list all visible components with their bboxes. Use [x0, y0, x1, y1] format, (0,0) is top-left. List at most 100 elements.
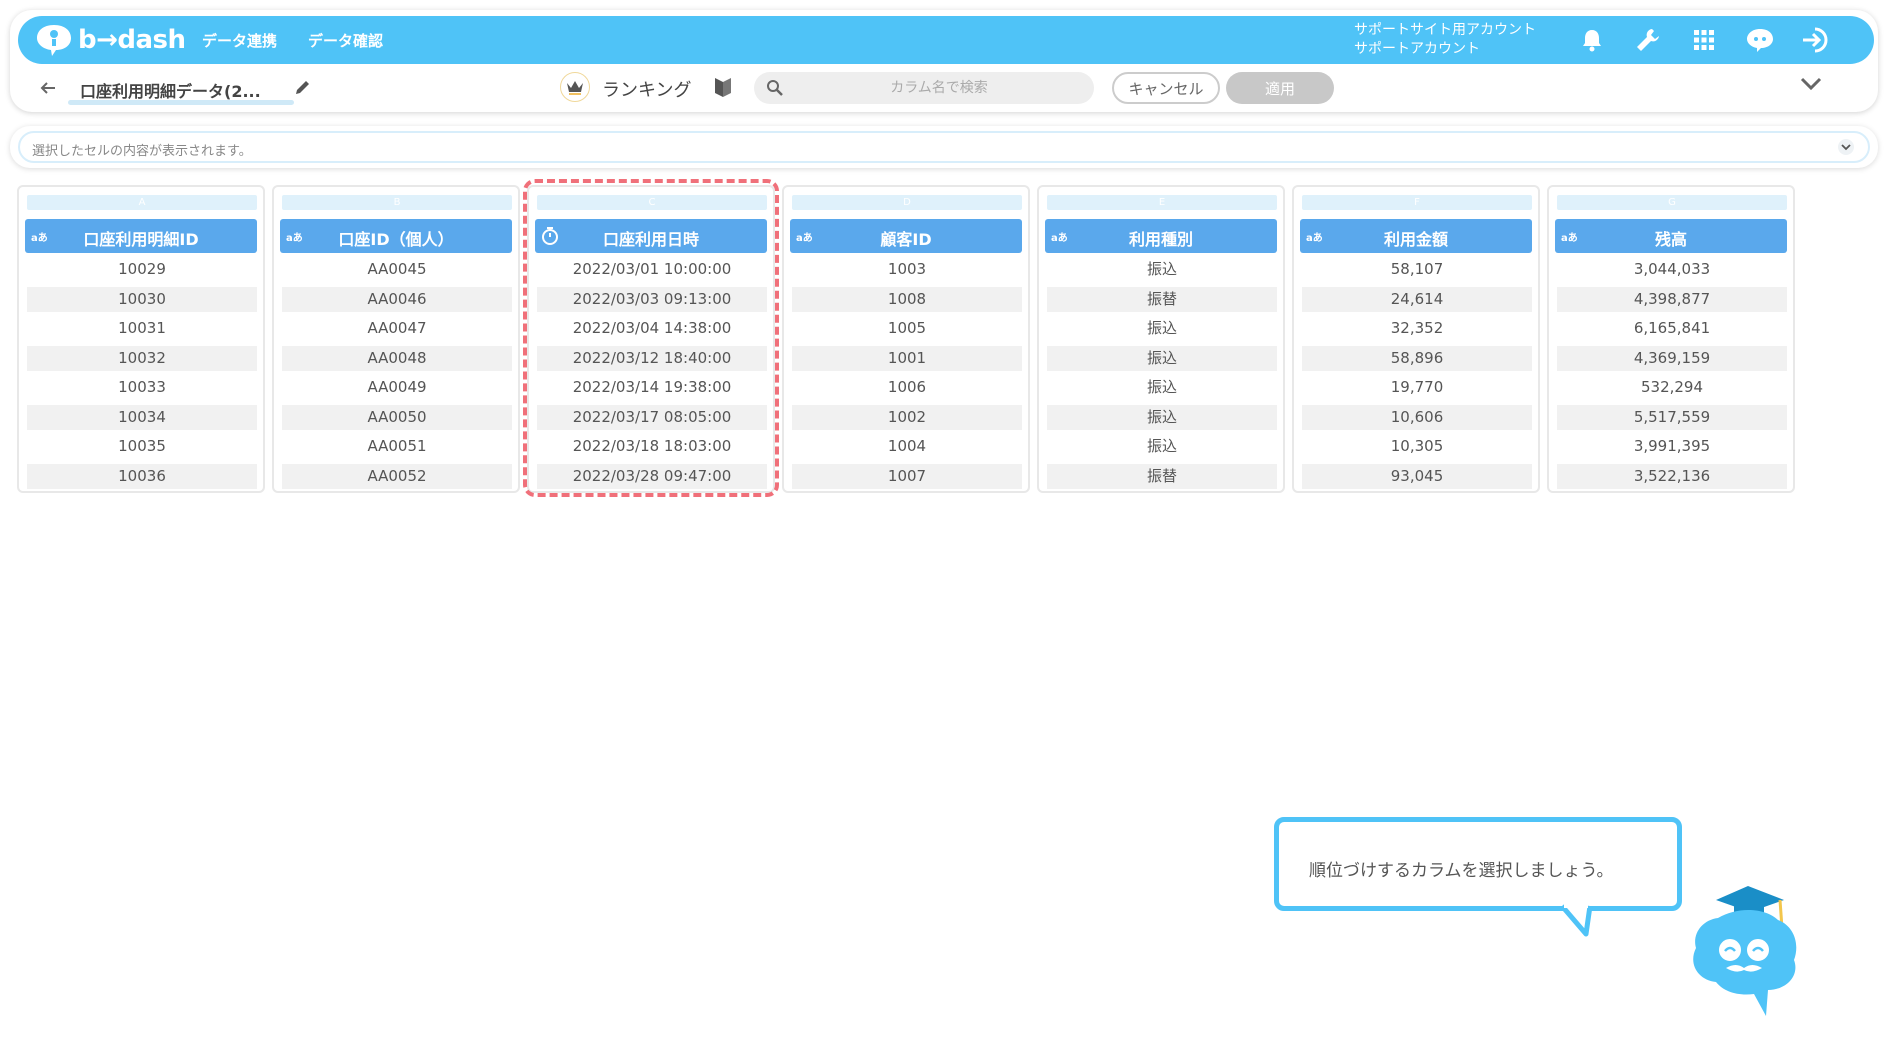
table-cell[interactable]: 4,369,159: [1557, 345, 1787, 371]
column-letter: B: [282, 195, 512, 210]
table-cell[interactable]: 4,398,877: [1557, 286, 1787, 312]
column-name: 利用種別: [1128, 230, 1193, 249]
table-cell[interactable]: AA0047: [282, 316, 512, 341]
table-title[interactable]: 口座利用明細データ(2...: [80, 78, 261, 102]
column-card[interactable]: A aあ 口座利用明細ID 10029 10030 10031 10032 10…: [17, 185, 265, 493]
table-cell[interactable]: 2022/03/03 09:13:00: [537, 286, 767, 312]
bdash-logo[interactable]: b→dash: [34, 22, 186, 58]
table-cell[interactable]: 1008: [792, 286, 1022, 312]
table-cell[interactable]: 93,045: [1302, 463, 1532, 489]
table-cell[interactable]: 10036: [27, 463, 257, 489]
cancel-button[interactable]: キャンセル: [1112, 72, 1220, 104]
column-cells: 3,044,033 4,398,877 6,165,841 4,369,159 …: [1557, 257, 1787, 493]
table-cell[interactable]: 振込: [1047, 375, 1277, 400]
bell-icon[interactable]: [1576, 24, 1608, 56]
table-cell[interactable]: 1002: [792, 404, 1022, 430]
table-cell[interactable]: 32,352: [1302, 316, 1532, 341]
column-header[interactable]: aあ 口座利用明細ID: [25, 219, 257, 253]
nav-data-check[interactable]: データ確認: [308, 30, 383, 51]
table-cell[interactable]: 1004: [792, 434, 1022, 459]
table-cell[interactable]: 振込: [1047, 257, 1277, 282]
back-arrow-icon[interactable]: [36, 76, 60, 100]
table-cell[interactable]: AA0050: [282, 404, 512, 430]
column-letter: G: [1557, 195, 1787, 210]
table-cell[interactable]: 2022/03/18 18:03:00: [537, 434, 767, 459]
table-cell[interactable]: 1006: [792, 375, 1022, 400]
cell-content-field[interactable]: 選択したセルの内容が表示されます。: [18, 131, 1870, 163]
table-cell[interactable]: 532,294: [1557, 375, 1787, 400]
table-cell[interactable]: 6,165,841: [1557, 316, 1787, 341]
column-card[interactable]: F aあ 利用金額 58,107 24,614 32,352 58,896 19…: [1292, 185, 1540, 493]
guide-message: 順位づけするカラムを選択しましょう。: [1309, 861, 1614, 881]
table-cell[interactable]: AA0048: [282, 345, 512, 371]
table-cell[interactable]: 58,107: [1302, 257, 1532, 282]
expand-chevron-icon[interactable]: [1838, 139, 1854, 155]
table-cell[interactable]: 3,044,033: [1557, 257, 1787, 282]
table-cell[interactable]: 58,896: [1302, 345, 1532, 371]
table-cell[interactable]: 10031: [27, 316, 257, 341]
table-cell[interactable]: 振込: [1047, 434, 1277, 459]
table-cell[interactable]: 2022/03/14 19:38:00: [537, 375, 767, 400]
column-header[interactable]: 口座利用日時: [535, 219, 767, 253]
nav-data-integration[interactable]: データ連携: [202, 30, 277, 51]
column-search[interactable]: [754, 72, 1094, 104]
column-header[interactable]: aあ 利用種別: [1045, 219, 1277, 253]
table-cell[interactable]: 3,991,395: [1557, 434, 1787, 459]
column-header[interactable]: aあ 残高: [1555, 219, 1787, 253]
apps-grid-icon[interactable]: [1688, 24, 1720, 56]
table-cell[interactable]: 振替: [1047, 286, 1277, 312]
column-card[interactable]: E aあ 利用種別 振込 振替 振込 振込 振込 振込 振込 振替: [1037, 185, 1285, 493]
column-header[interactable]: aあ 口座ID（個人）: [280, 219, 512, 253]
table-cell[interactable]: 2022/03/04 14:38:00: [537, 316, 767, 341]
table-cell[interactable]: 振込: [1047, 345, 1277, 371]
apply-button[interactable]: 適用: [1226, 72, 1334, 104]
column-card[interactable]: B aあ 口座ID（個人） AA0045 AA0046 AA0047 AA004…: [272, 185, 520, 493]
table-cell[interactable]: 10029: [27, 257, 257, 282]
table-cell[interactable]: AA0051: [282, 434, 512, 459]
wrench-icon[interactable]: [1632, 24, 1664, 56]
column-card[interactable]: G aあ 残高 3,044,033 4,398,877 6,165,841 4,…: [1547, 185, 1795, 493]
column-cells: 58,107 24,614 32,352 58,896 19,770 10,60…: [1302, 257, 1532, 493]
account-info[interactable]: サポートサイト用アカウント サポートアカウント: [1354, 21, 1536, 59]
table-cell[interactable]: 10030: [27, 286, 257, 312]
table-cell[interactable]: 1005: [792, 316, 1022, 341]
table-cell[interactable]: 振込: [1047, 404, 1277, 430]
table-cell[interactable]: AA0049: [282, 375, 512, 400]
table-cell[interactable]: 5,517,559: [1557, 404, 1787, 430]
pencil-icon[interactable]: [294, 78, 312, 100]
table-cell[interactable]: 2022/03/01 10:00:00: [537, 257, 767, 282]
chat-icon[interactable]: [1744, 24, 1776, 56]
table-cell[interactable]: 10033: [27, 375, 257, 400]
table-cell[interactable]: 振込: [1047, 316, 1277, 341]
column-card[interactable]: D aあ 顧客ID 1003 1008 1005 1001 1006 1002 …: [782, 185, 1030, 493]
table-cell[interactable]: 19,770: [1302, 375, 1532, 400]
table-cell[interactable]: 10034: [27, 404, 257, 430]
table-cell[interactable]: 2022/03/28 09:47:00: [537, 463, 767, 489]
guide-speech-bubble: 順位づけするカラムを選択しましょう。: [1274, 817, 1682, 911]
table-cell[interactable]: 1003: [792, 257, 1022, 282]
chevron-down-icon[interactable]: [1800, 76, 1822, 95]
table-cell[interactable]: 10032: [27, 345, 257, 371]
table-cell[interactable]: 3,522,136: [1557, 463, 1787, 489]
table-cell[interactable]: 2022/03/12 18:40:00: [537, 345, 767, 371]
column-name: 残高: [1654, 230, 1687, 249]
table-cell[interactable]: 2022/03/17 08:05:00: [537, 404, 767, 430]
column-letter: E: [1047, 195, 1277, 210]
table-cell[interactable]: 10035: [27, 434, 257, 459]
column-header[interactable]: aあ 利用金額: [1300, 219, 1532, 253]
table-cell[interactable]: 10,606: [1302, 404, 1532, 430]
table-cell[interactable]: AA0052: [282, 463, 512, 489]
logout-icon[interactable]: [1800, 24, 1832, 56]
beginner-mark-icon[interactable]: [714, 76, 732, 102]
table-cell[interactable]: 1001: [792, 345, 1022, 371]
table-cell[interactable]: 振替: [1047, 463, 1277, 489]
column-card[interactable]: C 口座利用日時 2022/03/01 10:00:00 2022/03/03 …: [527, 185, 775, 493]
table-cell[interactable]: 24,614: [1302, 286, 1532, 312]
table-cell[interactable]: AA0045: [282, 257, 512, 282]
table-cell[interactable]: 10,305: [1302, 434, 1532, 459]
table-cell[interactable]: 1007: [792, 463, 1022, 489]
speech-tail: [1560, 904, 1593, 937]
column-header[interactable]: aあ 顧客ID: [790, 219, 1022, 253]
column-search-input[interactable]: [794, 72, 1084, 104]
table-cell[interactable]: AA0046: [282, 286, 512, 312]
